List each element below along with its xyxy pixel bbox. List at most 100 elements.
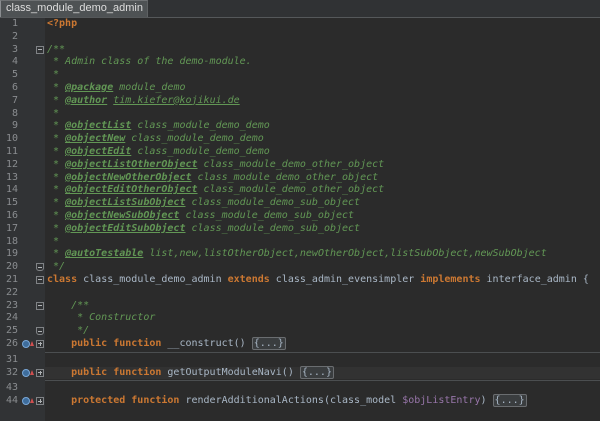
keyword: public function xyxy=(47,337,162,349)
line-number: 17 xyxy=(5,222,18,234)
code-line[interactable]: 1 <?php xyxy=(0,18,600,31)
doc-comment-text: * xyxy=(47,171,66,183)
code-line[interactable]: 5 * xyxy=(0,69,600,82)
keyword: implements xyxy=(420,273,481,285)
code-line[interactable]: 17 * @objectEditSubObject class_module_d… xyxy=(0,223,600,236)
code-editor[interactable]: 1 <?php 2 3/** 4 * Admin class of the demo-m… xyxy=(0,18,600,421)
code-line[interactable]: 7 * @author tim.kiefer@kojikui.de xyxy=(0,95,600,108)
code-line[interactable]: 3 /** xyxy=(0,44,600,57)
editor-tab[interactable]: class_module_demo_admin xyxy=(0,0,148,17)
code-line[interactable]: 32 public function getOutputModuleNavi()… xyxy=(0,365,600,380)
code-line[interactable]: 15 * @objectListSubObject class_module_d… xyxy=(0,197,600,210)
line-number: 7 xyxy=(11,94,18,106)
line-number: 8 xyxy=(11,107,18,119)
doc-tag: @objectNewOtherObject xyxy=(65,171,192,183)
line-number: 43 xyxy=(5,382,18,394)
code-line[interactable]: 11 * @objectEdit class_module_demo_demo xyxy=(0,146,600,159)
doc-tag: @objectEdit xyxy=(65,145,132,157)
line-number: 26 xyxy=(5,337,18,349)
code-line[interactable]: 23 /** xyxy=(0,300,600,313)
code-line[interactable]: 20 */ xyxy=(0,261,600,274)
line-number: 4 xyxy=(11,56,18,68)
code-text: * @objectList class_module_demo_demo xyxy=(47,120,270,133)
fold-close-icon[interactable] xyxy=(36,263,44,272)
fold-close-icon[interactable] xyxy=(36,327,44,336)
doc-tag: @objectList xyxy=(65,120,132,132)
doc-comment-text: * xyxy=(47,133,66,145)
override-method-icon[interactable] xyxy=(22,368,35,378)
code-line[interactable]: 2 xyxy=(0,31,600,44)
override-method-icon[interactable] xyxy=(22,339,35,349)
code-line[interactable]: 9 * @objectList class_module_demo_demo xyxy=(0,120,600,133)
code-identifier: class_module_demo_admin xyxy=(77,273,228,285)
doc-comment-text: * xyxy=(47,184,66,196)
code-line[interactable]: 18 * xyxy=(0,236,600,249)
code-text: /** xyxy=(47,44,65,57)
doc-comment-text: /** xyxy=(47,299,90,311)
code-text: * @objectNewOtherObject class_module_dem… xyxy=(47,172,378,185)
code-line[interactable]: 22 xyxy=(0,287,600,300)
doc-email-link[interactable]: tim.kiefer@kojikui.de xyxy=(113,95,239,106)
code-text: * @package module_demo xyxy=(47,82,185,95)
line-number: 31 xyxy=(5,353,18,365)
doc-comment-text: */ xyxy=(47,261,66,273)
line-number: 12 xyxy=(5,158,18,170)
code-line[interactable]: 24 * Constructor xyxy=(0,312,600,325)
line-number: 24 xyxy=(5,312,18,324)
doc-comment-text: * Constructor xyxy=(47,312,156,324)
doc-tag: @objectListOtherObject xyxy=(65,158,198,170)
doc-comment-text: module_demo xyxy=(113,81,186,93)
doc-comment-text: class_module_demo_sub_object xyxy=(185,222,361,234)
keyword: class xyxy=(47,273,78,285)
doc-tag: @objectNew xyxy=(65,133,126,145)
fold-open-icon[interactable] xyxy=(36,275,44,284)
code-text: <?php xyxy=(47,18,77,31)
line-number: 1 xyxy=(11,18,18,29)
doc-comment-text: list,new,listOtherObject,newOtherObject,… xyxy=(143,248,547,260)
line-number: 44 xyxy=(5,395,18,407)
folded-code-placeholder[interactable]: {...} xyxy=(299,365,334,379)
code-line[interactable]: 6 * @package module_demo xyxy=(0,82,600,95)
folded-code-placeholder[interactable]: {...} xyxy=(492,394,527,408)
code-line[interactable]: 19 * @autoTestable list,new,listOtherObj… xyxy=(0,248,600,261)
line-number: 18 xyxy=(5,235,18,247)
code-line[interactable]: 16 * @objectNewSubObject class_module_de… xyxy=(0,210,600,223)
fold-collapsed-icon[interactable] xyxy=(36,397,44,406)
doc-tag: @objectEditOtherObject xyxy=(65,184,198,196)
code-lines: 1 <?php 2 3/** 4 * Admin class of the demo-m… xyxy=(0,18,600,408)
line-number: 25 xyxy=(5,325,18,337)
code-line[interactable]: 14 * @objectEditOtherObject class_module… xyxy=(0,184,600,197)
doc-comment-text: class_module_demo_other_object xyxy=(191,171,379,183)
doc-comment-text: class_module_demo_demo xyxy=(131,120,270,132)
code-line[interactable]: 12 * @objectListOtherObject class_module… xyxy=(0,159,600,172)
code-text: * Constructor xyxy=(47,312,155,325)
doc-comment-text: * xyxy=(47,235,60,247)
code-line[interactable]: 13 * @objectNewOtherObject class_module_… xyxy=(0,172,600,185)
code-line[interactable]: 8 * xyxy=(0,108,600,121)
code-line[interactable]: 26 public function __construct() {...} xyxy=(0,336,600,351)
doc-tag: @author xyxy=(65,94,108,106)
line-number: 5 xyxy=(11,69,18,81)
fold-collapsed-icon[interactable] xyxy=(36,368,44,377)
code-line[interactable]: 44 protected function renderAdditionalAc… xyxy=(0,394,600,408)
line-number: 22 xyxy=(5,286,18,298)
doc-comment-text: * xyxy=(47,120,66,132)
code-line[interactable]: 4 * Admin class of the demo-module. xyxy=(0,56,600,69)
code-line[interactable]: 25 */ xyxy=(0,325,600,338)
code-identifier: ) xyxy=(480,395,493,407)
doc-comment-text: * xyxy=(47,209,66,221)
fold-collapsed-icon[interactable] xyxy=(36,339,44,348)
fold-open-icon[interactable] xyxy=(36,45,44,54)
doc-tag: @objectEditSubObject xyxy=(65,222,186,234)
fold-open-icon[interactable] xyxy=(36,301,44,310)
code-line[interactable]: 21 class class_module_demo_admin extends … xyxy=(0,274,600,287)
line-number: 32 xyxy=(5,366,18,378)
code-text: public function getOutputModuleNavi() {.… xyxy=(47,365,334,380)
code-line[interactable]: 10 * @objectNew class_module_demo_demo xyxy=(0,133,600,146)
override-method-icon[interactable] xyxy=(22,397,35,406)
code-identifier: interface_admin { xyxy=(480,273,589,285)
line-number: 21 xyxy=(5,273,18,285)
code-text: * @objectListOtherObject class_module_de… xyxy=(47,159,384,172)
code-line[interactable]: 31 xyxy=(0,351,600,367)
folded-code-placeholder[interactable]: {...} xyxy=(251,336,286,350)
